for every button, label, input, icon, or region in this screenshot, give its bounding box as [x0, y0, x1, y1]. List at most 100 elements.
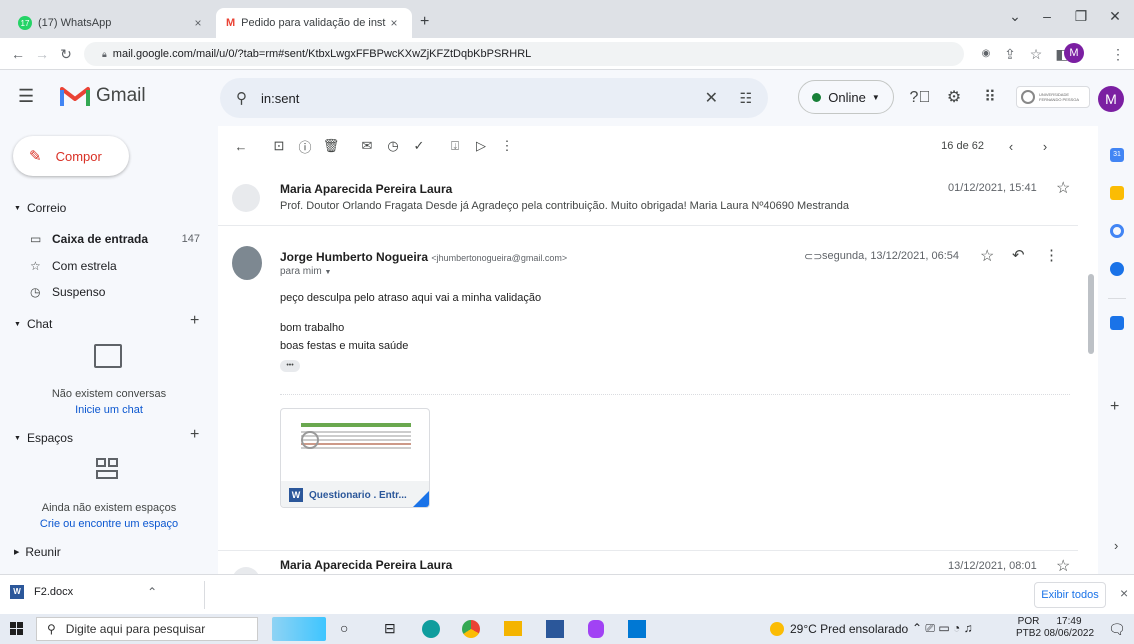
paint-icon[interactable] — [588, 620, 604, 638]
file-explorer-icon[interactable] — [504, 621, 522, 636]
label-icon[interactable]: ▷ — [468, 138, 494, 154]
compose-button[interactable]: ✎ Compor — [13, 136, 129, 176]
bookmark-star-icon[interactable]: ☆ — [1026, 44, 1046, 64]
zoom-video-icon[interactable] — [1110, 316, 1124, 330]
windows-start-icon[interactable] — [10, 622, 24, 636]
gmail-header: ☰ Gmail ⚲ in:sent ✕ ☷ Online ▼ ?⃝ ⚙ ⠿ UN… — [0, 70, 1134, 126]
close-download-bar-icon[interactable]: × — [1120, 585, 1128, 601]
tasks-icon[interactable] — [1110, 224, 1124, 238]
more-options-icon[interactable]: ⋮ — [494, 138, 520, 154]
clear-search-icon[interactable]: ✕ — [705, 88, 718, 108]
task-view-icon[interactable]: ⊟ — [384, 620, 396, 637]
chevron-up-icon[interactable]: ⌃ — [147, 585, 157, 599]
reply-icon[interactable]: ↶ — [1012, 246, 1025, 264]
show-all-downloads-button[interactable]: Exibir todos — [1034, 582, 1106, 608]
delete-icon[interactable]: 🗑︎ — [318, 138, 344, 154]
photos-icon[interactable] — [628, 620, 646, 638]
newer-chevron-icon[interactable]: ‹ — [998, 139, 1024, 154]
new-space-plus-icon[interactable]: + — [190, 426, 199, 444]
new-tab-button[interactable]: + — [420, 13, 429, 31]
find-space-link[interactable]: Crie ou encontre um espaço — [0, 518, 218, 530]
older-chevron-icon[interactable]: › — [1032, 139, 1058, 154]
language-indicator[interactable]: POR PTB2 — [1016, 616, 1041, 640]
mail-section-header[interactable]: ▼ Correio — [14, 198, 66, 218]
tab-search-chevron-icon[interactable]: ⌄ — [1000, 8, 1030, 30]
tab-close-button[interactable]: × — [190, 16, 206, 30]
search-icon[interactable]: ⚲ — [236, 89, 247, 107]
scrollbar-thumb[interactable] — [1088, 274, 1094, 354]
address-bar[interactable]: 🔒︎ mail.google.com/mail/u/0/?tab=rm#sent… — [84, 42, 964, 66]
tab-close-button[interactable]: × — [386, 16, 402, 30]
gmail-logo[interactable]: Gmail — [60, 84, 146, 108]
snooze-icon[interactable]: ◷ — [380, 138, 406, 154]
message-collapsed[interactable]: Maria Aparecida Pereira Laura 13/12/2021… — [218, 550, 1078, 574]
recipient-toggle[interactable]: para mim ▼ — [280, 266, 331, 277]
organization-logo[interactable]: UNIVERSIDADE FERNANDO PESSOA — [1016, 86, 1090, 108]
gmail-m-icon — [60, 87, 90, 106]
weather-text[interactable]: 29°C Pred ensolarado — [790, 622, 908, 636]
chrome-icon[interactable] — [462, 620, 480, 638]
add-task-icon[interactable]: ✓ — [406, 138, 432, 154]
archive-icon[interactable]: ⊡ — [266, 138, 292, 154]
report-spam-icon[interactable]: ⓘ — [292, 137, 318, 156]
calendar-icon[interactable]: 31 — [1110, 148, 1124, 162]
restore-icon[interactable]: ❐ — [1066, 8, 1096, 30]
download-item[interactable]: W F2.docx ⌃ — [10, 585, 157, 599]
expand-panel-chevron-icon[interactable]: › — [1114, 538, 1118, 553]
window-close-icon[interactable]: ✕ — [1100, 8, 1130, 30]
tab-whatsapp[interactable]: 17 (17) WhatsApp × — [8, 8, 216, 38]
weather-widget-image[interactable] — [272, 617, 326, 641]
edge-icon[interactable] — [422, 620, 440, 638]
back-to-list-icon[interactable]: ← — [228, 139, 254, 154]
move-to-icon[interactable]: ⍗ — [442, 138, 468, 154]
star-icon[interactable]: ☆ — [980, 246, 994, 266]
star-icon[interactable]: ☆ — [1056, 556, 1070, 574]
status-label: Online — [828, 89, 866, 105]
taskbar-search-placeholder: Digite aqui para pesquisar — [65, 622, 206, 636]
meet-section-label: Reunir — [25, 545, 61, 559]
mark-unread-icon[interactable]: ✉︎ — [354, 138, 380, 154]
thread-toolbar: ← ⊡ ⓘ 🗑︎ ✉︎ ◷ ✓ ⍗ ▷ ⋮ 16 de 62 ‹ › — [218, 126, 1098, 166]
get-addons-plus-icon[interactable]: + — [1110, 398, 1119, 416]
message-more-icon[interactable]: ⋮ — [1044, 246, 1059, 264]
site-settings-icon[interactable]: ◉ — [976, 44, 996, 64]
sidebar-item-starred[interactable]: ☆ Com estrela — [30, 253, 200, 279]
chrome-profile-avatar[interactable]: M — [1064, 43, 1084, 63]
attachment-card[interactable]: W Questionario . Entr... — [280, 408, 430, 508]
search-bar[interactable]: ⚲ in:sent ✕ ☷ — [220, 78, 768, 118]
taskbar-search[interactable]: ⚲ Digite aqui para pesquisar — [36, 617, 258, 641]
star-icon[interactable]: ☆ — [1056, 178, 1070, 198]
clock[interactable]: 17:49 08/06/2022 — [1044, 616, 1094, 640]
keep-icon[interactable] — [1110, 186, 1124, 200]
apps-grid-icon[interactable]: ⠿ — [978, 86, 1002, 110]
system-tray-icons[interactable]: ⌃ ⎚ ▭ ◔ ♫ — [912, 621, 973, 636]
chrome-menu-icon[interactable]: ⋮ — [1108, 44, 1128, 64]
meet-section-header[interactable]: ▶ Reunir — [14, 542, 61, 562]
account-avatar[interactable]: M — [1098, 86, 1124, 112]
compose-label: Compor — [55, 148, 102, 164]
main-menu-icon[interactable]: ☰ — [18, 86, 34, 107]
chat-section-header[interactable]: ▼ Chat — [14, 314, 52, 334]
sidebar-item-snoozed[interactable]: ◷ Suspenso — [30, 279, 200, 305]
settings-gear-icon[interactable]: ⚙ — [942, 86, 966, 110]
reload-icon[interactable]: ↻ — [56, 44, 76, 64]
forward-arrow-icon[interactable]: → — [32, 44, 52, 64]
show-trimmed-button[interactable]: ••• — [280, 360, 300, 372]
notifications-icon[interactable]: 🗨︎ — [1108, 621, 1126, 638]
search-options-icon[interactable]: ☷ — [739, 90, 752, 107]
sidebar-item-inbox[interactable]: ▭ Caixa de entrada 147 — [30, 226, 200, 252]
status-dropdown[interactable]: Online ▼ — [798, 80, 894, 114]
cortana-icon[interactable]: ○ — [340, 620, 348, 636]
spaces-section-header[interactable]: ▼ Espaços — [14, 428, 73, 448]
new-chat-plus-icon[interactable]: + — [190, 312, 199, 330]
message-collapsed[interactable]: Maria Aparecida Pereira Laura Prof. Dout… — [218, 174, 1078, 226]
back-arrow-icon[interactable]: ← — [8, 44, 28, 64]
share-icon[interactable]: ⇪ — [1000, 44, 1020, 64]
start-chat-link[interactable]: Inicie um chat — [0, 404, 218, 416]
tab-gmail[interactable]: M Pedido para validação de instrum × — [216, 8, 412, 38]
contacts-icon[interactable] — [1110, 262, 1124, 276]
minimize-icon[interactable]: – — [1032, 8, 1062, 30]
word-icon[interactable] — [546, 620, 564, 638]
search-input[interactable]: in:sent — [261, 91, 299, 106]
help-icon[interactable]: ?⃝ — [908, 86, 932, 110]
